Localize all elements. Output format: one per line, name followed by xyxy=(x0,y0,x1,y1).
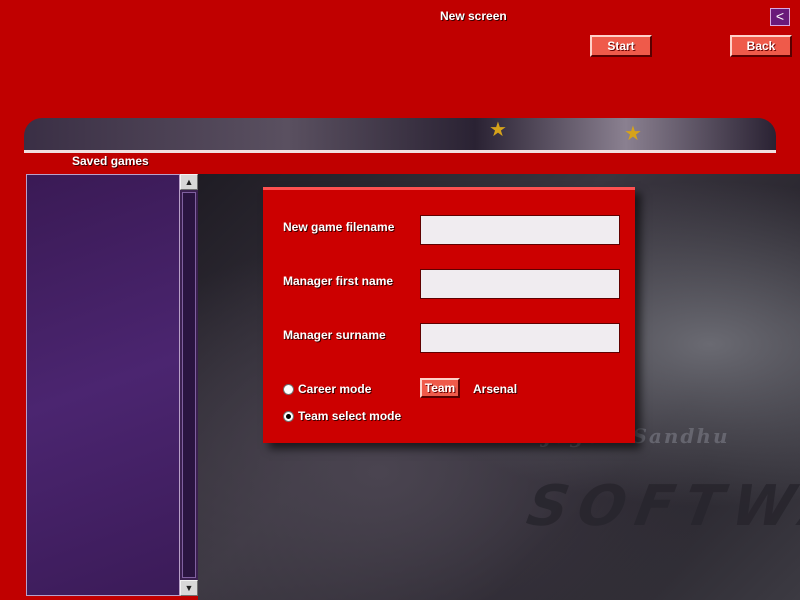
saved-games-label: Saved games xyxy=(72,154,149,168)
team-select-mode-radio[interactable]: Team select mode xyxy=(283,409,401,423)
star-icon: ★ xyxy=(624,123,642,145)
back-button[interactable]: Back xyxy=(730,35,792,57)
selected-team-name: Arsenal xyxy=(473,382,518,396)
scroll-up-arrow-icon[interactable]: ▲ xyxy=(180,174,198,190)
radio-button[interactable] xyxy=(283,383,294,395)
team-select-mode-label: Team select mode xyxy=(298,409,402,423)
surname-input[interactable] xyxy=(420,323,620,353)
scroll-track[interactable] xyxy=(182,192,196,578)
new-game-form: New game filename Manager first name Man… xyxy=(263,187,635,443)
surname-label: Manager surname xyxy=(283,328,386,342)
start-button[interactable]: Start xyxy=(590,35,652,57)
star-icon: ★ xyxy=(489,119,507,141)
saved-games-scrollbar[interactable]: ▲ ▼ xyxy=(180,174,198,596)
window-title: New screen xyxy=(440,9,507,23)
team-button[interactable]: Team xyxy=(420,378,460,398)
saved-games-list[interactable] xyxy=(26,174,180,596)
career-mode-radio[interactable]: Career mode xyxy=(283,382,371,396)
first-name-label: Manager first name xyxy=(283,274,394,288)
header-banner: ★ ★ xyxy=(24,118,776,153)
filename-label: New game filename xyxy=(283,220,395,234)
scroll-down-arrow-icon[interactable]: ▼ xyxy=(180,580,198,596)
radio-button[interactable] xyxy=(283,410,294,422)
software-logo-text: SOFTWARE xyxy=(522,474,800,539)
career-mode-label: Career mode xyxy=(298,382,372,396)
back-arrow-icon[interactable]: < xyxy=(770,8,790,26)
filename-input[interactable] xyxy=(420,215,620,245)
first-name-input[interactable] xyxy=(420,269,620,299)
